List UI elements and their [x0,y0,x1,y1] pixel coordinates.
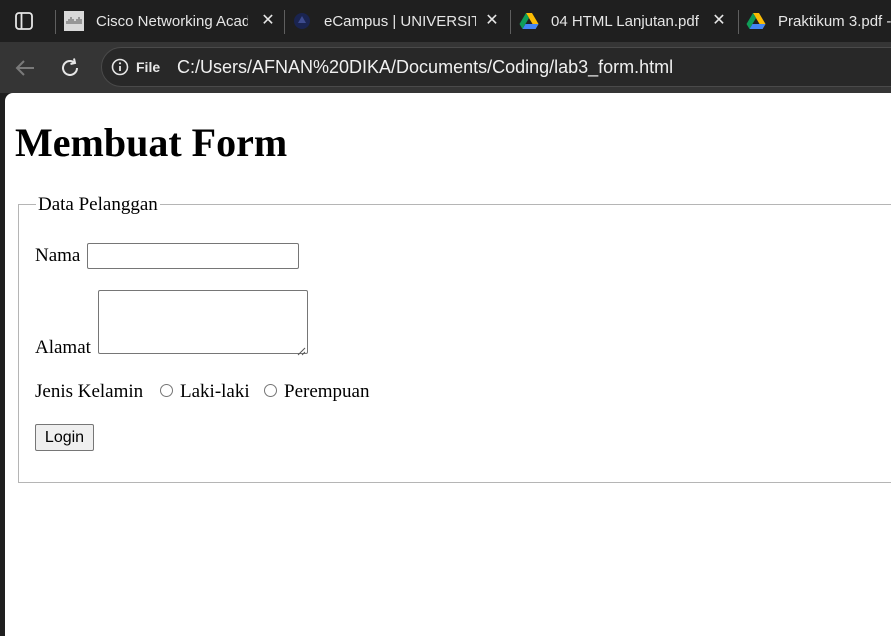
resize-handle-icon[interactable] [297,343,306,356]
tab-separator [510,10,511,34]
tab-separator [55,10,56,34]
login-button[interactable]: Login [35,424,94,451]
page-title: Membuat Form [15,120,288,165]
perempuan-radio[interactable] [264,384,277,397]
tab-title: Cisco Networking Academy [96,12,248,30]
url-text[interactable]: C:/Users/AFNAN%20DIKA/Documents/Coding/l… [177,56,673,78]
data-pelanggan-fieldset: Data Pelanggan Nama Alamat Jenis Kelamin… [18,194,891,483]
cisco-favicon-icon [64,11,84,31]
laki-laki-option-label[interactable]: Laki-laki [180,381,250,403]
nama-input[interactable] [87,243,299,269]
tab-title: eCampus | UNIVERSITAS [324,12,476,30]
tab-title: 04 HTML Lanjutan.pdf [551,12,699,30]
page-viewport: Membuat Form Data Pelanggan Nama Alamat … [5,93,891,636]
tab-praktikum[interactable]: Praktikum 3.pdf - Google Drive [746,0,891,42]
reload-icon[interactable] [57,55,83,81]
address-bar[interactable]: File C:/Users/AFNAN%20DIKA/Documents/Cod… [101,47,891,87]
laki-laki-radio[interactable] [160,384,173,397]
tab-ecampus[interactable]: eCampus | UNIVERSITAS ✕ [292,0,510,42]
ecampus-favicon-icon [292,11,312,31]
jenis-kelamin-label: Jenis Kelamin [35,381,144,402]
close-tab-icon[interactable]: ✕ [484,13,500,29]
tab-separator [738,10,739,34]
close-tab-icon[interactable]: ✕ [260,13,276,29]
google-drive-favicon-icon [746,11,766,31]
perempuan-option-label[interactable]: Perempuan [284,381,369,403]
tab-strip: Cisco Networking Academy ✕ eCampus | UNI… [0,0,891,42]
nama-label: Nama [35,245,81,266]
tab-cisco[interactable]: Cisco Networking Academy ✕ [64,0,286,42]
file-scheme-label: File [136,59,161,75]
tab-separator [284,10,285,34]
browser-toolbar: File C:/Users/AFNAN%20DIKA/Documents/Cod… [0,42,891,93]
info-icon[interactable] [111,58,129,76]
tab-html-lanjutan[interactable]: 04 HTML Lanjutan.pdf ✕ [519,0,737,42]
fieldset-legend: Data Pelanggan [36,194,160,216]
close-tab-icon[interactable]: ✕ [711,13,727,29]
alamat-label: Alamat [35,337,91,358]
tab-actions-icon[interactable] [13,10,35,32]
tab-title: Praktikum 3.pdf - Google Drive [778,12,891,30]
google-drive-favicon-icon [519,11,539,31]
alamat-textarea[interactable] [98,290,308,356]
back-arrow-icon[interactable] [12,55,38,81]
